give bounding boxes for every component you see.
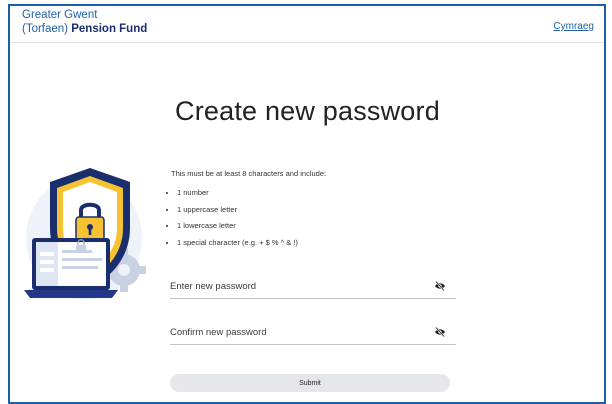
eye-slash-icon[interactable] [434, 326, 446, 338]
laptop-icon [24, 238, 118, 298]
brand-line-2-prefix: (Torfaen) [22, 23, 69, 35]
brand-line-2-bold: Pension Fund [71, 23, 148, 35]
eye-slash-icon[interactable] [434, 280, 446, 292]
requirement-item: 1 number [177, 188, 298, 197]
page-title: Create new password [175, 96, 440, 126]
submit-button[interactable]: Submit [170, 374, 450, 392]
requirement-item: 1 special character (e.g. + $ % ^ & !) [177, 238, 298, 247]
site-header: Greater Gwent (Torfaen) Pension Fund Cym… [10, 6, 604, 43]
confirm-password-input[interactable] [170, 323, 420, 342]
password-requirements-intro: This must be at least 8 characters and i… [171, 169, 327, 178]
brand-logo[interactable]: Greater Gwent (Torfaen) Pension Fund [22, 8, 147, 36]
language-toggle-link[interactable]: Cymraeg [553, 21, 594, 32]
new-password-input[interactable] [170, 277, 420, 296]
security-illustration [24, 168, 146, 300]
requirement-item: 1 uppercase letter [177, 205, 298, 214]
confirm-password-field [170, 322, 456, 345]
brand-line-2: (Torfaen) Pension Fund [22, 22, 147, 36]
requirement-item: 1 lowercase letter [177, 221, 298, 230]
page-frame: Greater Gwent (Torfaen) Pension Fund Cym… [8, 4, 606, 404]
password-requirements-list: 1 number 1 uppercase letter 1 lowercase … [163, 188, 298, 254]
new-password-field [170, 276, 456, 299]
brand-line-1: Greater Gwent [22, 9, 98, 21]
